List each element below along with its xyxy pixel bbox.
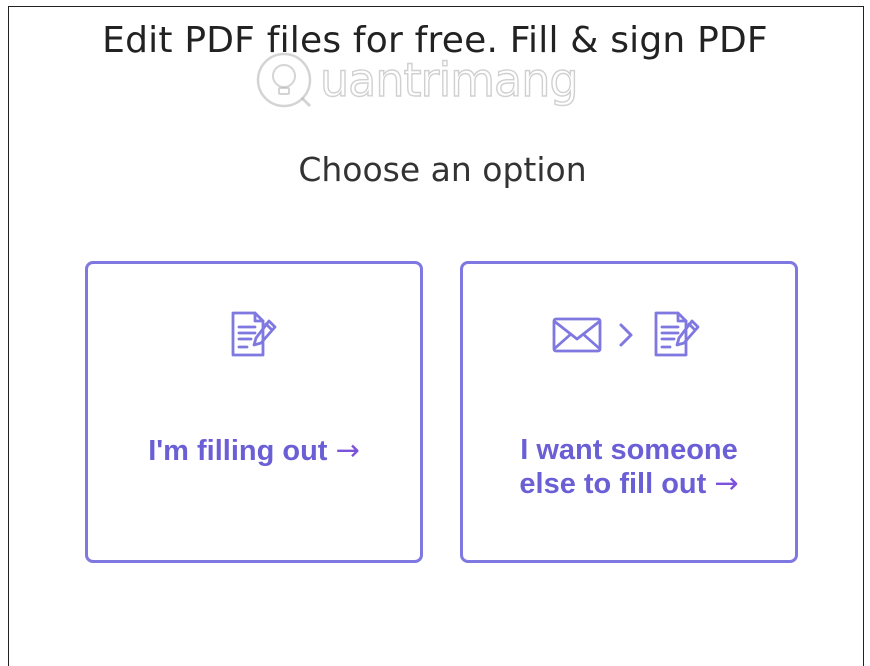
option-label-someone-else: I want someone else to fill out → xyxy=(463,434,795,501)
arrow-right-icon: → xyxy=(335,433,360,467)
option-card-someone-else[interactable]: I want someone else to fill out → xyxy=(460,261,798,563)
option-label-filling-out: I'm filling out → xyxy=(88,434,420,468)
document-edit-icon xyxy=(654,311,700,357)
option-card-filling-out[interactable]: I'm filling out → xyxy=(85,261,423,563)
chevron-right-icon xyxy=(619,323,633,347)
option-label-line2: else to fill out xyxy=(519,468,707,500)
page-title: Edit PDF files for free. Fill & sign PDF xyxy=(102,20,768,61)
arrow-right-icon: → xyxy=(714,466,739,500)
card-icon-row xyxy=(88,309,420,361)
card-icon-row xyxy=(463,309,795,361)
envelope-icon xyxy=(552,317,602,353)
document-edit-icon xyxy=(231,311,277,357)
choose-option-heading: Choose an option xyxy=(298,150,587,189)
option-label-text: I'm filling out xyxy=(148,435,328,467)
option-label-line1: I want someone xyxy=(520,434,738,466)
